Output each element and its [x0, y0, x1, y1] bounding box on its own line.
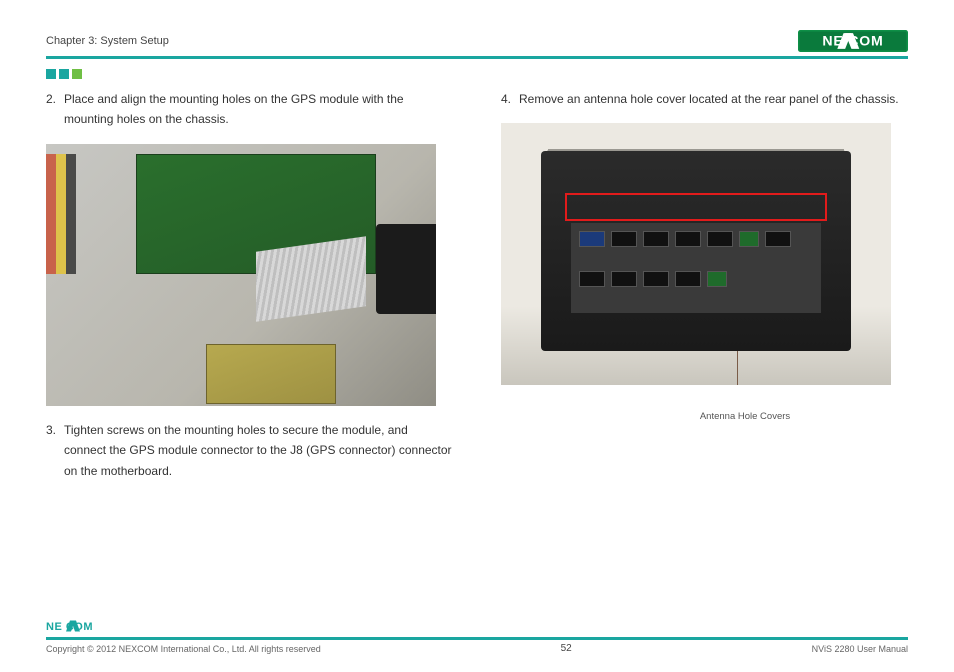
step-2-text: Place and align the mounting holes on th…	[64, 89, 453, 130]
callout-line	[737, 351, 738, 385]
step-2-number: 2.	[46, 89, 64, 130]
step-4-text: Remove an antenna hole cover located at …	[519, 89, 908, 109]
left-column: 2. Place and align the mounting holes on…	[46, 89, 453, 493]
right-column: 4. Remove an antenna hole cover located …	[501, 89, 908, 493]
figure-gps-module-install	[46, 144, 436, 406]
document-title: NViS 2280 User Manual	[812, 644, 908, 654]
step-3-number: 3.	[46, 420, 64, 481]
figure-rear-panel-wrap: Antenna Hole Covers	[501, 123, 908, 423]
page-header: Chapter 3: System Setup NE COM	[46, 28, 908, 54]
antenna-holes-highlight	[565, 193, 827, 221]
decorative-squares	[46, 69, 908, 79]
header-divider	[46, 56, 908, 59]
nexcom-logo-bottom: NE COM	[46, 619, 908, 633]
figure-rear-panel	[501, 123, 891, 385]
step-3-text: Tighten screws on the mounting holes to …	[64, 420, 453, 481]
content-columns: 2. Place and align the mounting holes on…	[46, 89, 908, 493]
page-number: 52	[561, 643, 572, 654]
step-4-number: 4.	[501, 89, 519, 109]
copyright-text: Copyright © 2012 NEXCOM International Co…	[46, 644, 321, 654]
figure-caption: Antenna Hole Covers	[675, 409, 815, 425]
step-3: 3. Tighten screws on the mounting holes …	[46, 420, 453, 481]
step-2: 2. Place and align the mounting holes on…	[46, 89, 453, 130]
nexcom-logo-top: NE COM	[798, 30, 908, 52]
chapter-title: Chapter 3: System Setup	[46, 35, 169, 47]
footer-divider	[46, 637, 908, 640]
page-footer: NE COM Copyright © 2012 NEXCOM Internati…	[46, 619, 908, 654]
step-4: 4. Remove an antenna hole cover located …	[501, 89, 908, 109]
